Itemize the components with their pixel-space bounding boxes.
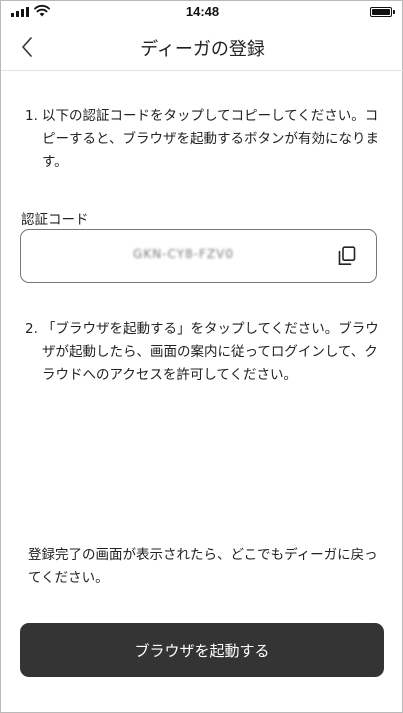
code-label: 認証コード bbox=[21, 212, 89, 228]
auth-code-field[interactable]: GKN-CY8-FZV0 bbox=[20, 229, 377, 283]
copy-icon[interactable] bbox=[338, 246, 356, 266]
step-text: 「ブラウザを起動する」をタップしてください。ブラウザが起動したら、画面の案内に従… bbox=[42, 321, 379, 383]
battery-icon bbox=[370, 7, 395, 17]
auth-code-value: GKN-CY8-FZV0 bbox=[133, 247, 234, 261]
status-time: 14:48 bbox=[185, 4, 220, 19]
step-text: 以下の認証コードをタップしてコピーしてください。コピーすると、ブラウザを起動する… bbox=[42, 108, 379, 170]
instruction-step-1: 1. 以下の認証コードをタップしてコピーしてください。コピーすると、ブラウザを起… bbox=[25, 105, 385, 174]
page-title: ディーガの登録 bbox=[140, 39, 265, 60]
status-bar: 14:48 bbox=[1, 1, 403, 23]
completion-note: 登録完了の画面が表示されたら、どこでもディーガに戻ってください。 bbox=[28, 547, 378, 586]
launch-browser-button[interactable]: ブラウザを起動する bbox=[20, 623, 384, 677]
nav-bar: ディーガの登録 bbox=[1, 23, 403, 71]
step-number: 2. bbox=[25, 321, 38, 337]
app-frame: 14:48 ディーガの登録 1. 以下の認証コードをタップしてコピーしてください… bbox=[0, 0, 403, 713]
step-number: 1. bbox=[25, 108, 38, 124]
instruction-step-2: 2. 「ブラウザを起動する」をタップしてください。ブラウザが起動したら、画面の案… bbox=[25, 318, 385, 387]
